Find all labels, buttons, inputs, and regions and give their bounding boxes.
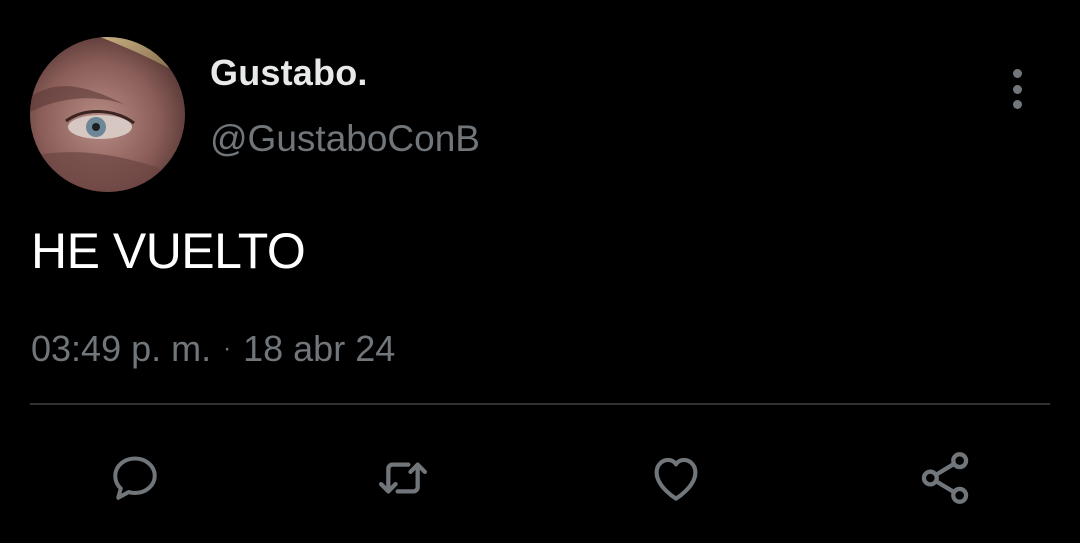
- tweet-timestamp: 03:49 p. m. · 18 abr 24: [31, 328, 395, 370]
- avatar-image: [30, 37, 185, 192]
- more-dot: [1012, 69, 1022, 78]
- retweet-icon: [379, 462, 427, 494]
- reply-icon: [113, 456, 157, 500]
- tweet-text: HE VUELTO: [31, 223, 306, 279]
- reply-button[interactable]: [103, 446, 167, 510]
- share-button[interactable]: [913, 446, 977, 510]
- avatar[interactable]: [30, 37, 185, 192]
- tweet-date[interactable]: 18 abr 24: [243, 328, 395, 369]
- divider: [30, 403, 1050, 405]
- heart-icon: [654, 457, 698, 501]
- share-icon: [921, 452, 969, 504]
- display-name[interactable]: Gustabo.: [210, 52, 368, 94]
- tweet-time[interactable]: 03:49 p. m.: [31, 328, 211, 369]
- more-dot: [1012, 100, 1022, 109]
- meta-separator: ·: [223, 335, 232, 362]
- user-handle[interactable]: @GustaboConB: [210, 118, 480, 160]
- tweet-detail: Gustabo. @GustaboConB HE VUELTO 03:49 p.…: [0, 0, 1080, 543]
- like-button[interactable]: [644, 446, 708, 510]
- more-dot: [1012, 84, 1022, 94]
- more-vertical-icon[interactable]: [1000, 66, 1034, 112]
- retweet-button[interactable]: [371, 446, 435, 510]
